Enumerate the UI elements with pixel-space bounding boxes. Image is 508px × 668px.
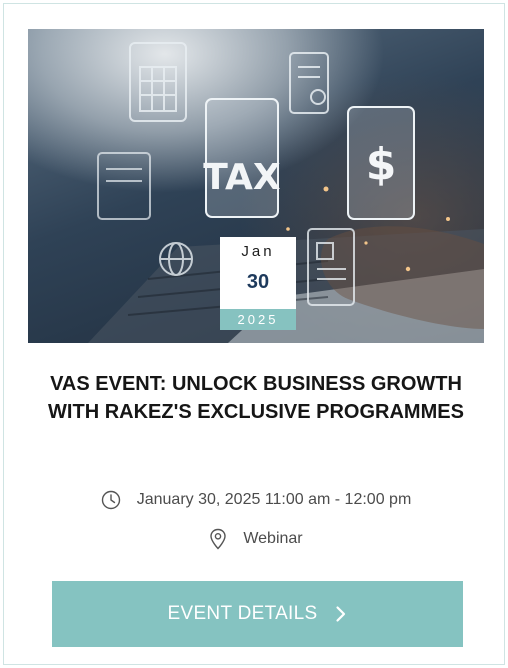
event-title-line2: WITH RAKEZ'S EXCLUSIVE PROGRAMMES: [48, 401, 464, 423]
event-details-button[interactable]: EVENT DETAILS: [52, 581, 463, 647]
event-time-text: January 30, 2025 11:00 am - 12:00 pm: [136, 491, 412, 508]
tax-icon: TAX: [203, 98, 281, 218]
event-title-line1: VAS EVENT: UNLOCK BUSINESS GROWTH: [50, 373, 462, 395]
date-year: 2025: [220, 309, 296, 330]
document-icon: [289, 52, 329, 114]
date-day: 30: [246, 271, 270, 293]
chevron-right-icon: [335, 605, 347, 623]
svg-text:TAX: TAX: [203, 157, 281, 198]
event-card: TAX $ Jan 30 2025 VAS EVENT: UNLOCK BUSI…: [3, 3, 505, 665]
dollar-icon: $: [347, 106, 415, 220]
date-badge: Jan 30 2025: [220, 237, 296, 330]
event-title[interactable]: VAS EVENT: UNLOCK BUSINESS GROWTH WITH R…: [28, 370, 484, 426]
svg-text:$: $: [366, 139, 397, 190]
clock-icon: [101, 490, 121, 510]
spreadsheet-icon: [129, 42, 187, 122]
event-details-label: EVENT DETAILS: [167, 603, 318, 624]
event-location-text: Webinar: [243, 530, 303, 547]
date-month: Jan: [241, 243, 275, 260]
event-time: January 30, 2025 11:00 am - 12:00 pm: [28, 488, 484, 512]
event-location: Webinar: [28, 527, 484, 551]
location-pin-icon: [209, 528, 227, 550]
